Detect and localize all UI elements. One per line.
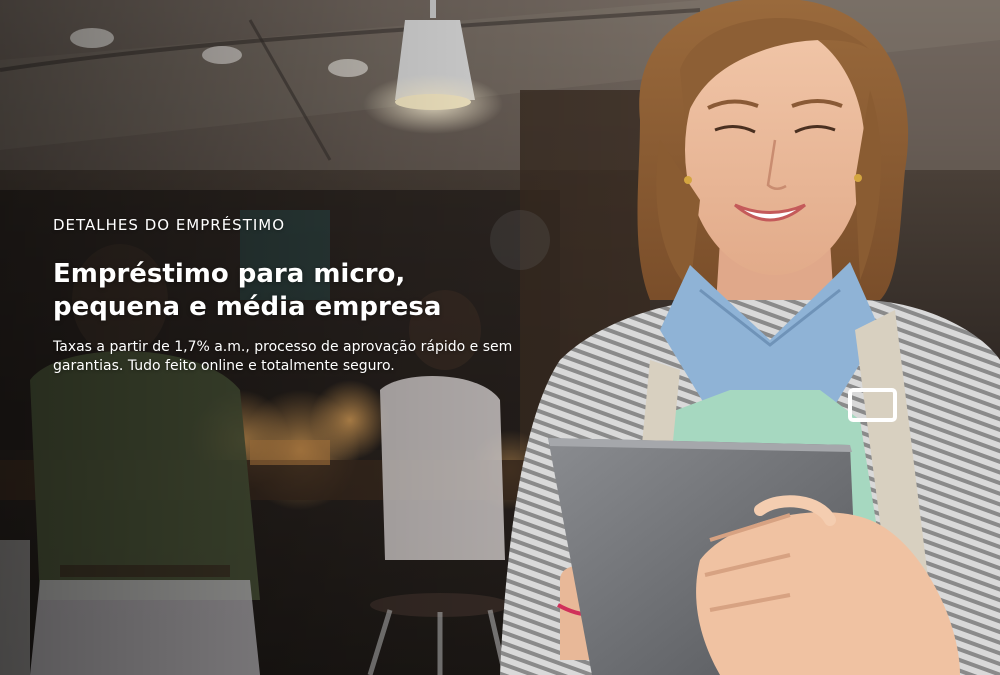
loan-details-text: DETALHES DO EMPRÉSTIMO Empréstimo para m… bbox=[53, 214, 553, 376]
page-title: Empréstimo para micro, pequena e média e… bbox=[53, 259, 442, 322]
hero-banner: DETALHES DO EMPRÉSTIMO Empréstimo para m… bbox=[0, 0, 1000, 675]
loan-description: Taxas a partir de 1,7% a.m., processo de… bbox=[53, 339, 513, 374]
section-eyebrow: DETALHES DO EMPRÉSTIMO bbox=[53, 216, 286, 234]
